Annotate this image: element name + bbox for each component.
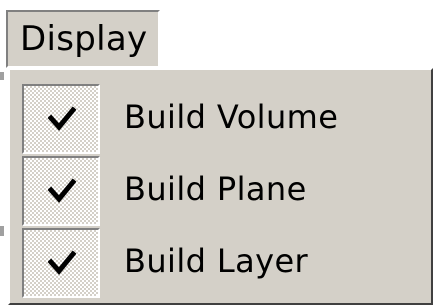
- menu-item-label: Build Layer: [124, 242, 309, 280]
- checkmark-icon: [48, 178, 76, 203]
- checkmark-icon: [48, 106, 76, 131]
- check-state-box: [22, 84, 100, 154]
- menu-item-label: Build Plane: [124, 170, 307, 208]
- window-edge-fragment: [0, 226, 4, 236]
- menu-item-build-plane[interactable]: Build Plane: [22, 156, 427, 226]
- menu-item-build-volume[interactable]: Build Volume: [22, 84, 427, 154]
- app-canvas: Display Build Volume Build Plane Build L…: [0, 0, 433, 305]
- display-menu-button[interactable]: Display: [6, 10, 160, 68]
- menu-item-label: Build Volume: [124, 98, 339, 136]
- check-state-box: [22, 228, 100, 298]
- window-edge-fragment: [0, 72, 4, 80]
- check-state-box: [22, 156, 100, 226]
- display-dropdown-menu: Build Volume Build Plane Build Layer: [8, 68, 433, 305]
- checkmark-icon: [48, 250, 76, 275]
- menu-item-build-layer[interactable]: Build Layer: [22, 228, 427, 298]
